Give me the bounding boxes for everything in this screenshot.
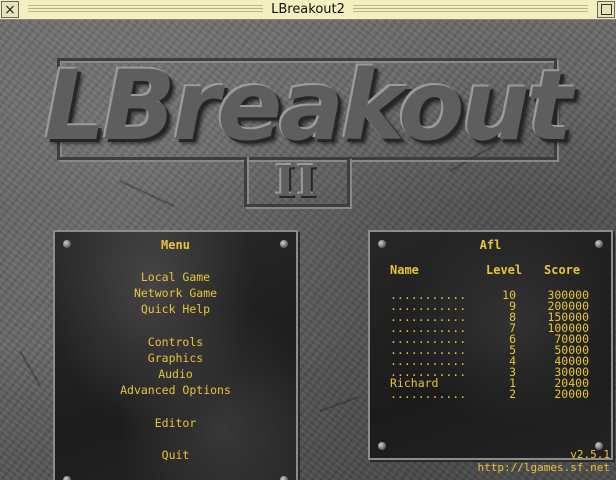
maximize-icon (600, 4, 612, 15)
column-header-name: Name (390, 263, 419, 277)
background-crack (119, 180, 175, 208)
bolt-icon (280, 476, 288, 480)
menu-item-network-game[interactable]: Network Game (55, 286, 296, 300)
window-title: LBreakout2 (271, 2, 345, 17)
main-menu-panel: Menu Local Game Network Game Quick Help … (53, 230, 298, 480)
game-logo-subtitle: II (275, 156, 319, 206)
highscore-set-title: Afl (479, 238, 502, 252)
menu-item-advanced-options[interactable]: Advanced Options (55, 383, 296, 397)
menu-item-graphics[interactable]: Graphics (55, 351, 296, 365)
window-title-wrap: LBreakout2 (20, 0, 596, 19)
maximize-window-button[interactable] (597, 1, 615, 18)
column-header-score: Score (544, 263, 581, 277)
highscore-panel: Afl Name Level Score ........... 10 3000… (368, 230, 613, 460)
game-logo: LBreakout (44, 50, 572, 162)
background-crack (319, 396, 358, 412)
bolt-icon (378, 442, 386, 450)
menu-item-audio[interactable]: Audio (55, 367, 296, 381)
menu-item-quit[interactable]: Quit (55, 448, 296, 462)
menu-title: Menu (161, 238, 190, 252)
highscore-row: ........... 2 20000 (370, 387, 611, 403)
close-window-button[interactable]: × (1, 1, 19, 18)
background-crack (19, 350, 41, 387)
close-icon: × (4, 1, 16, 18)
menu-item-quick-help[interactable]: Quick Help (55, 302, 296, 316)
bolt-icon (63, 476, 71, 480)
version-label: v2.5.1 (570, 448, 610, 461)
game-screen: LBreakout II Menu Local Game Network Gam… (0, 20, 616, 480)
highscore-score: 20000 (554, 387, 589, 401)
highscore-name: ........... (390, 387, 467, 401)
menu-item-controls[interactable]: Controls (55, 335, 296, 349)
highscore-level: 2 (509, 387, 516, 401)
menu-item-local-game[interactable]: Local Game (55, 270, 296, 284)
app-window: × LBreakout2 LBreakout II Menu Local Gam… (0, 0, 616, 480)
column-header-level: Level (486, 263, 523, 277)
menu-item-editor[interactable]: Editor (55, 416, 296, 430)
website-link[interactable]: http://lgames.sf.net (478, 461, 610, 474)
title-bar[interactable]: × LBreakout2 (0, 0, 616, 20)
